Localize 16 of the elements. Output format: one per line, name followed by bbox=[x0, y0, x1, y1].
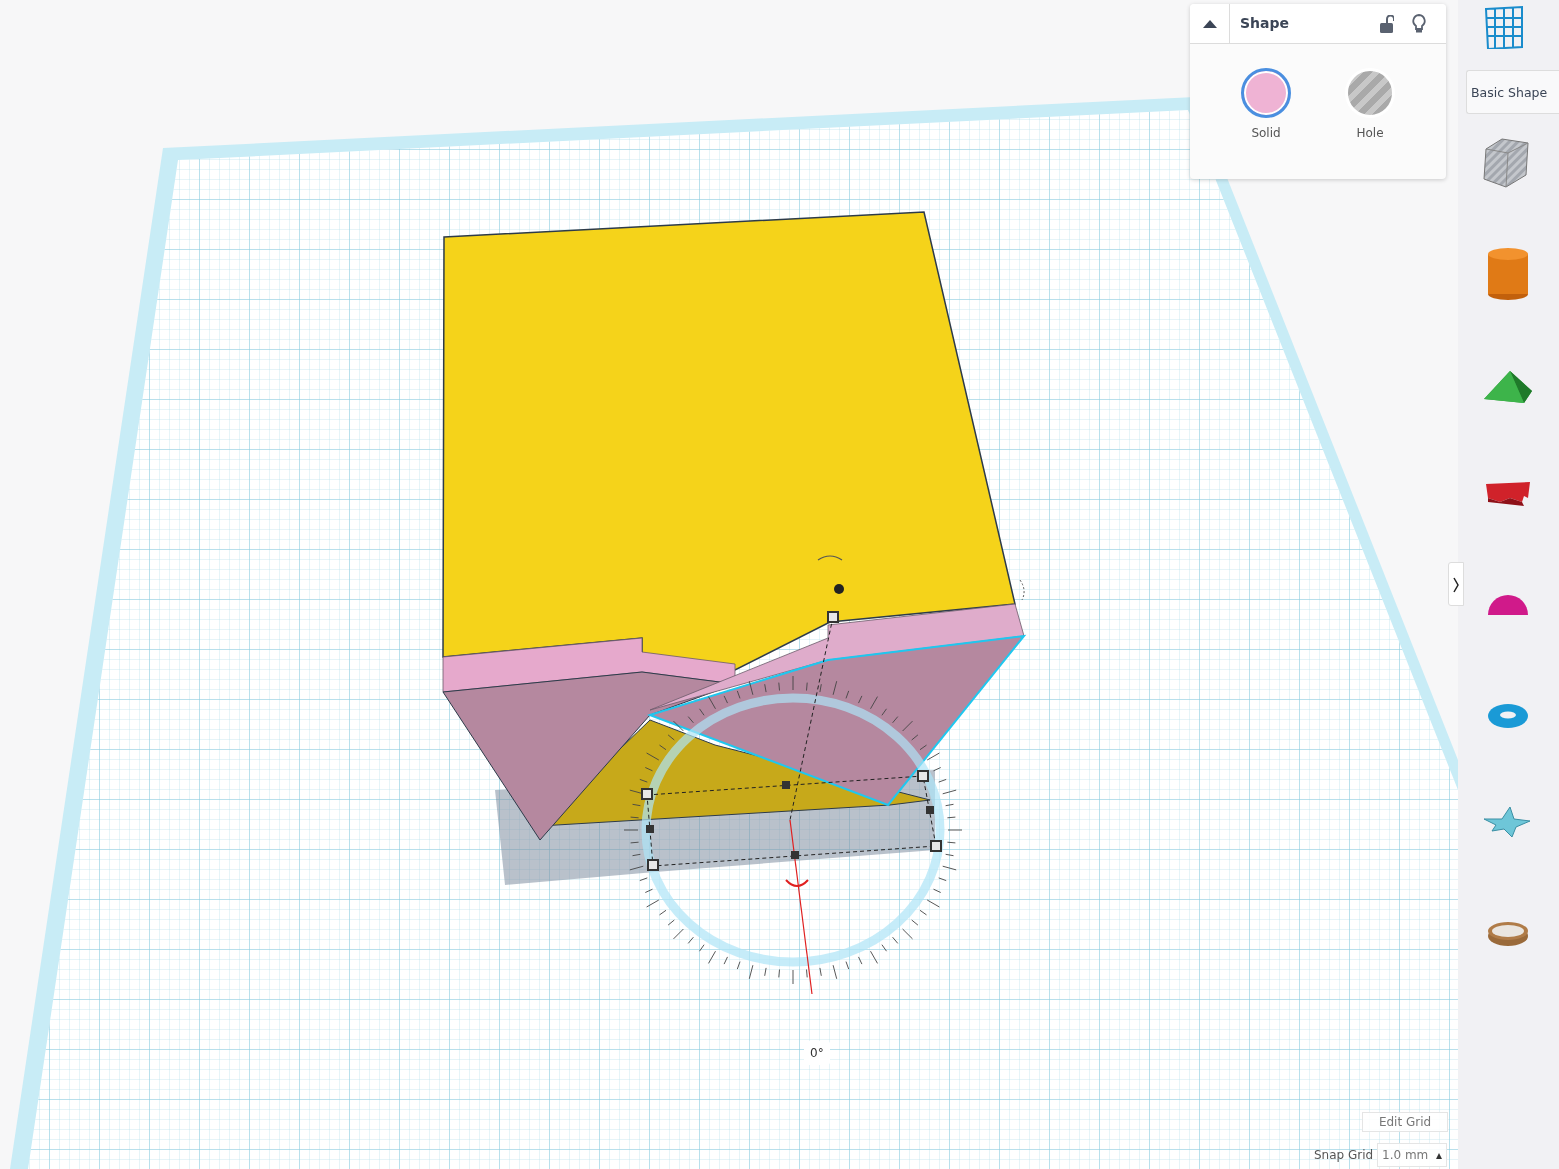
solid-option[interactable]: Solid bbox=[1231, 68, 1301, 142]
edit-grid-button[interactable]: Edit Grid bbox=[1362, 1112, 1448, 1132]
snap-grid-dropdown[interactable]: 1.0 mm ▴ bbox=[1377, 1143, 1447, 1167]
lightbulb-icon[interactable] bbox=[1412, 13, 1426, 34]
collapse-sidebar-button[interactable] bbox=[1448, 562, 1464, 606]
rotation-angle-readout: 0° bbox=[804, 1041, 830, 1065]
hole-option[interactable]: Hole bbox=[1335, 68, 1405, 142]
category-dropdown[interactable]: Basic Shape bbox=[1466, 70, 1559, 114]
snap-grid-label: Snap Grid bbox=[1314, 1147, 1374, 1164]
edge-handle[interactable] bbox=[646, 781, 934, 859]
unlocked-padlock-icon[interactable] bbox=[1380, 14, 1394, 33]
chevron-right-icon bbox=[1452, 575, 1460, 594]
panel-title: Shape bbox=[1239, 14, 1290, 33]
caret-up-icon bbox=[1202, 20, 1217, 28]
lift-handle-icon[interactable] bbox=[834, 584, 844, 594]
workplane-grid-icon[interactable] bbox=[1484, 5, 1524, 49]
